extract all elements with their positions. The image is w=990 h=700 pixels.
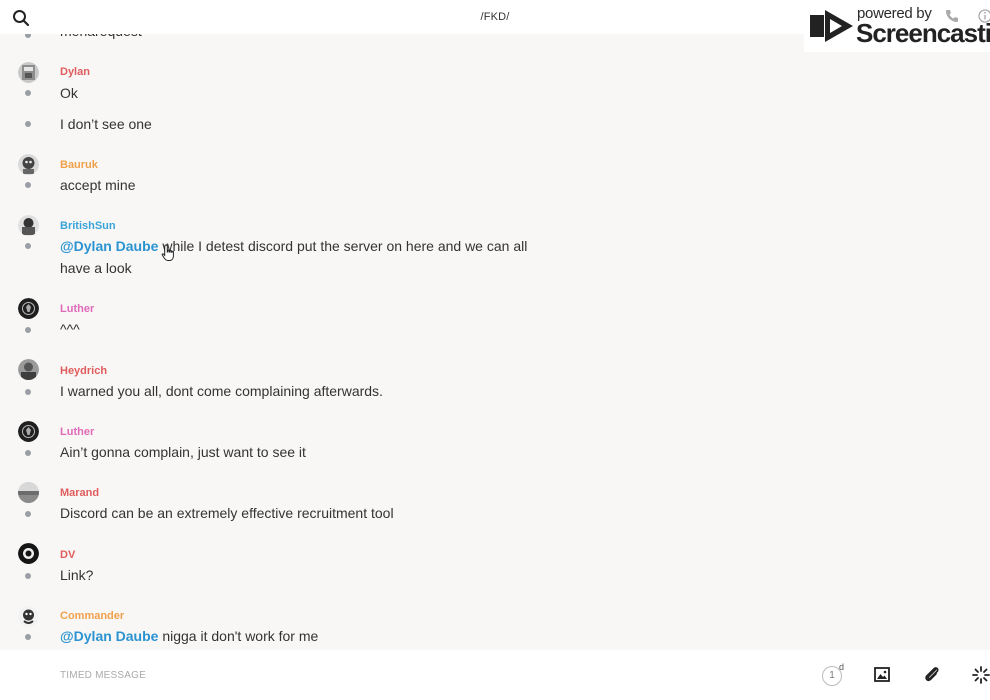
timer-value: 1 bbox=[829, 670, 835, 681]
message-text: accept mine bbox=[60, 174, 550, 196]
message-author[interactable]: Bauruk bbox=[60, 159, 98, 171]
message-text-segment: Link? bbox=[60, 567, 94, 583]
avatar[interactable] bbox=[18, 543, 39, 564]
phone-icon[interactable] bbox=[944, 8, 960, 24]
status-dot bbox=[25, 511, 31, 517]
status-dot bbox=[25, 327, 31, 333]
avatar[interactable] bbox=[18, 421, 39, 442]
message-text: menarequest bbox=[60, 34, 550, 42]
status-dot bbox=[25, 634, 31, 640]
status-dot bbox=[25, 182, 31, 188]
status-dot bbox=[25, 389, 31, 395]
sparkle-button[interactable] bbox=[969, 663, 990, 687]
avatar[interactable] bbox=[18, 359, 39, 380]
message-text: Ain’t gonna complain, just want to see i… bbox=[60, 441, 550, 463]
timer-unit: d bbox=[839, 662, 845, 672]
message-text: Discord can be an extremely effective re… bbox=[60, 502, 550, 524]
message-text: @Dylan Daube nigga it don't work for me bbox=[60, 625, 550, 647]
message-text-segment: nigga it don't work for me bbox=[158, 628, 319, 644]
message-text-segment: ^^^ bbox=[60, 321, 80, 337]
message-author[interactable]: Marand bbox=[60, 487, 99, 499]
attach-file-button[interactable] bbox=[920, 663, 944, 687]
screencastify-watermark: powered by Screencastify bbox=[804, 0, 990, 52]
avatar[interactable] bbox=[18, 298, 39, 319]
avatar[interactable] bbox=[18, 62, 39, 83]
message-text: I don’t see one bbox=[60, 113, 550, 135]
message-list[interactable]: menarequest Dylan Ok I don’t see one Bau… bbox=[0, 34, 990, 650]
message-author[interactable]: DV bbox=[60, 549, 75, 561]
status-dot bbox=[25, 90, 31, 96]
message-text-segment: Ain’t gonna complain, just want to see i… bbox=[60, 444, 306, 460]
message-author[interactable]: Heydrich bbox=[60, 365, 107, 377]
watermark-brand: Screencastify bbox=[856, 18, 990, 48]
info-icon[interactable] bbox=[978, 9, 990, 23]
status-dot bbox=[25, 34, 31, 38]
message-text: Ok bbox=[60, 82, 550, 104]
composer-bar: 1 d bbox=[0, 650, 990, 700]
upload-image-button[interactable] bbox=[870, 663, 894, 687]
message-text-segment: menarequest bbox=[60, 34, 142, 39]
message-input[interactable] bbox=[60, 663, 760, 687]
status-dot bbox=[25, 121, 31, 127]
status-dot bbox=[25, 243, 31, 249]
avatar[interactable] bbox=[18, 154, 39, 175]
status-dot bbox=[25, 450, 31, 456]
status-dot bbox=[25, 573, 31, 579]
message-author[interactable]: Luther bbox=[60, 426, 94, 438]
message-text-segment: Ok bbox=[60, 85, 78, 101]
avatar[interactable] bbox=[18, 482, 39, 503]
image-icon bbox=[874, 667, 890, 682]
screencastify-logo-icon bbox=[810, 10, 853, 42]
user-mention[interactable]: @Dylan Daube bbox=[60, 238, 158, 254]
message-author[interactable]: Dylan bbox=[60, 66, 90, 78]
message-author[interactable]: Commander bbox=[60, 610, 124, 622]
message-text: ^^^ bbox=[60, 318, 550, 340]
message-text-segment: accept mine bbox=[60, 177, 136, 193]
message-author[interactable]: BritishSun bbox=[60, 220, 116, 232]
sparkle-icon bbox=[972, 666, 990, 684]
message-text: @Dylan Daube while I detest discord put … bbox=[60, 235, 550, 279]
message-text: I warned you all, dont come complaining … bbox=[60, 380, 550, 402]
message-author[interactable]: Luther bbox=[60, 303, 94, 315]
message-text-segment: Discord can be an extremely effective re… bbox=[60, 505, 394, 521]
timer-button[interactable]: 1 d bbox=[821, 662, 845, 687]
avatar[interactable] bbox=[18, 606, 39, 627]
paperclip-icon bbox=[925, 667, 939, 682]
user-mention[interactable]: @Dylan Daube bbox=[60, 628, 158, 644]
avatar[interactable] bbox=[18, 215, 39, 236]
message-text-segment: I don’t see one bbox=[60, 116, 152, 132]
message-text: Link? bbox=[60, 564, 550, 586]
message-text-segment: I warned you all, dont come complaining … bbox=[60, 383, 383, 399]
